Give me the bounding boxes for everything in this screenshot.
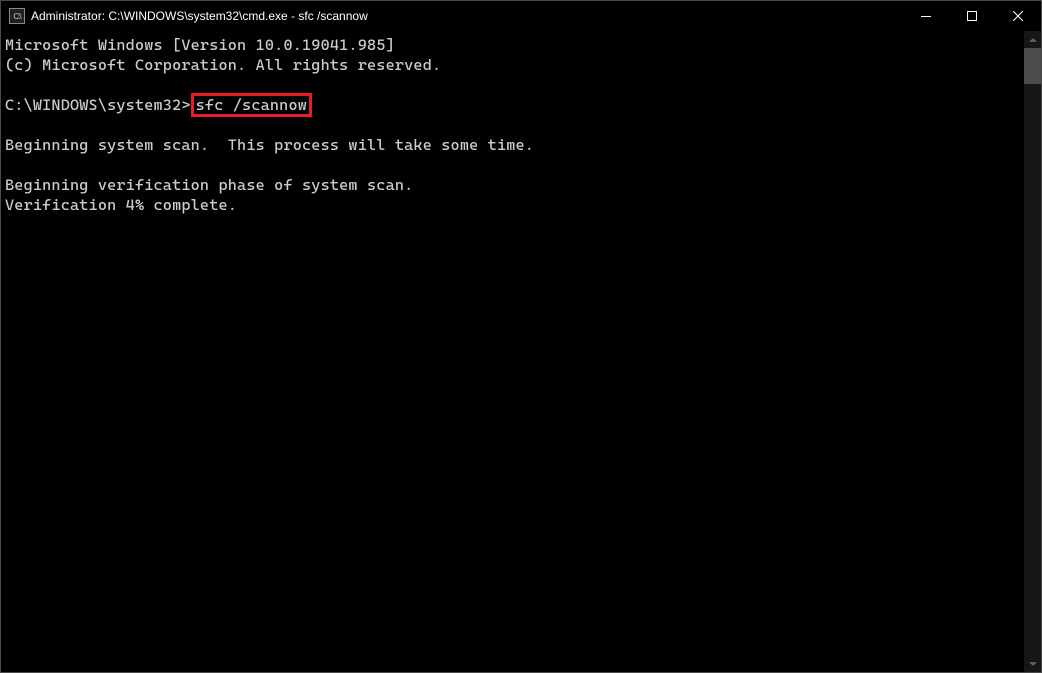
window-titlebar[interactable]: C:\ Administrator: C:\WINDOWS\system32\c…	[1, 1, 1041, 31]
terminal-output[interactable]: Microsoft Windows [Version 10.0.19041.98…	[1, 31, 1024, 672]
prompt-text: C:\WINDOWS\system32>	[5, 96, 191, 114]
window-controls	[903, 1, 1041, 31]
minimize-button[interactable]	[903, 1, 949, 31]
output-line: (c) Microsoft Corporation. All rights re…	[5, 56, 441, 74]
scroll-down-arrow-icon[interactable]	[1024, 655, 1041, 672]
output-line: Beginning verification phase of system s…	[5, 176, 413, 194]
scroll-thumb[interactable]	[1024, 48, 1041, 84]
vertical-scrollbar[interactable]	[1024, 31, 1041, 672]
output-line: Beginning system scan. This process will…	[5, 136, 534, 154]
command-highlight: sfc /scannow	[191, 93, 312, 117]
maximize-button[interactable]	[949, 1, 995, 31]
output-line: Microsoft Windows [Version 10.0.19041.98…	[5, 36, 395, 54]
output-line: Verification 4% complete.	[5, 196, 237, 214]
close-button[interactable]	[995, 1, 1041, 31]
cmd-icon: C:\	[9, 8, 25, 24]
window-title: Administrator: C:\WINDOWS\system32\cmd.e…	[31, 9, 903, 23]
scroll-up-arrow-icon[interactable]	[1024, 31, 1041, 48]
scroll-track[interactable]	[1024, 48, 1041, 655]
